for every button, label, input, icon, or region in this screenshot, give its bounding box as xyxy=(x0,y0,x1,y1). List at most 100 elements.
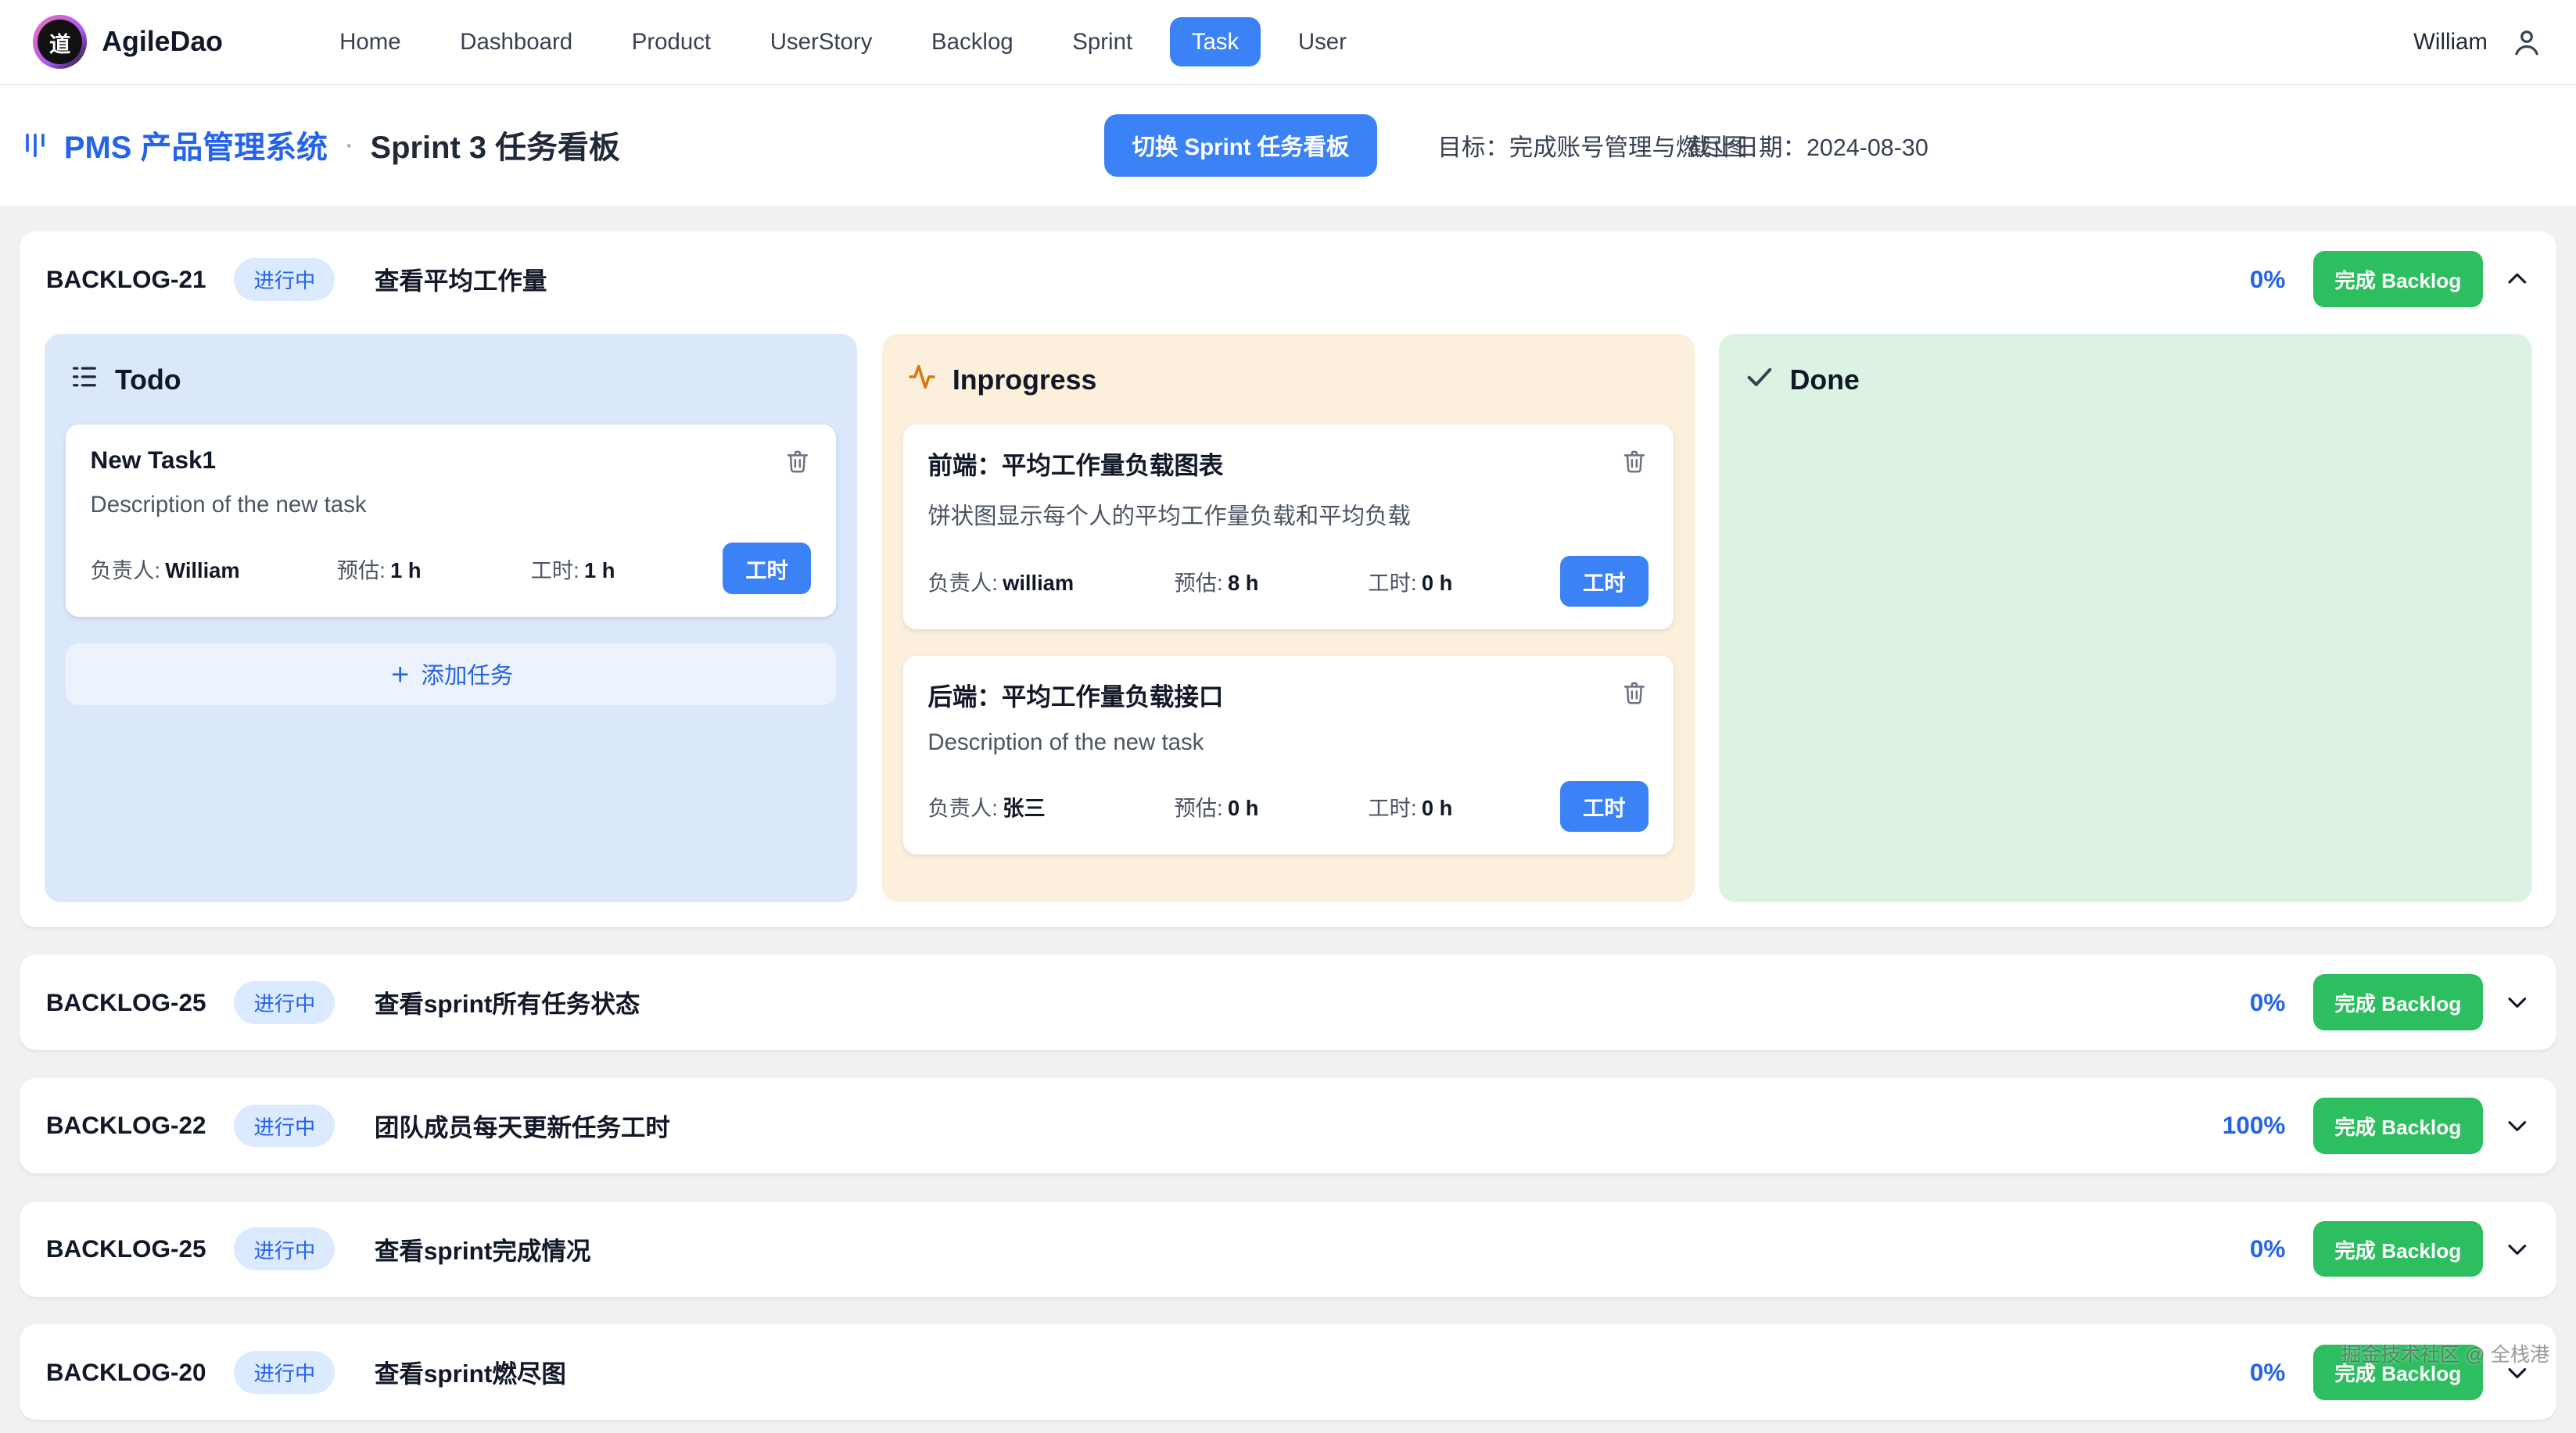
nav-right: William xyxy=(2413,26,2543,59)
task-hours: 工时:0 h xyxy=(1368,790,1559,822)
backlog-title: 查看sprint完成情况 xyxy=(375,1231,591,1267)
logo-glyph: 道 xyxy=(38,20,82,64)
status-badge: 进行中 xyxy=(234,1105,335,1148)
backlog-id: BACKLOG-20 xyxy=(46,1358,206,1387)
plus-icon xyxy=(389,663,411,686)
complete-backlog-button[interactable]: 完成 Backlog xyxy=(2313,1345,2483,1401)
logo-icon: 道 xyxy=(33,15,87,69)
brand-link[interactable]: 道 AgileDao xyxy=(33,15,223,69)
column-done: Done xyxy=(1719,334,2531,902)
complete-backlog-button[interactable]: 完成 Backlog xyxy=(2313,1098,2483,1154)
status-badge: 进行中 xyxy=(234,1351,335,1394)
nav-item-sprint[interactable]: Sprint xyxy=(1051,17,1153,66)
column-title: Done xyxy=(1790,364,1860,396)
column-done-header: Done xyxy=(1744,361,2507,399)
nav-item-userstory[interactable]: UserStory xyxy=(748,17,893,66)
task-description: Description of the new task xyxy=(91,492,812,518)
backlog-progress: 0% xyxy=(2250,1234,2286,1263)
backlog-header[interactable]: BACKLOG-22 进行中 团队成员每天更新任务工时 100% 完成 Back… xyxy=(20,1078,2556,1173)
complete-backlog-button[interactable]: 完成 Backlog xyxy=(2313,974,2483,1030)
task-estimate: 预估:1 h xyxy=(337,553,531,584)
estimate-value: 1 h xyxy=(390,558,421,582)
nav-item-home[interactable]: Home xyxy=(318,17,422,66)
backlog-title: 查看平均工作量 xyxy=(375,261,547,297)
add-task-button[interactable]: 添加任务 xyxy=(66,643,836,706)
owner-label: 负责人: xyxy=(91,558,160,582)
chevron-up-icon[interactable] xyxy=(2504,266,2531,292)
backlog-header[interactable]: BACKLOG-25 进行中 查看sprint完成情况 0% 完成 Backlo… xyxy=(20,1202,2556,1297)
owner-value: william xyxy=(1003,571,1074,595)
sprint-deadline: 截止日期：2024-08-30 xyxy=(1688,128,1928,163)
page-header: PMS 产品管理系统 · Sprint 3 任务看板 切换 Sprint 任务看… xyxy=(0,85,2576,205)
backlog-card: BACKLOG-25 进行中 查看sprint所有任务状态 0% 完成 Back… xyxy=(20,955,2556,1050)
task-top: 前端：平均工作量负载图表 xyxy=(927,446,1649,482)
log-hours-button[interactable]: 工时 xyxy=(1560,781,1649,832)
task-card[interactable]: 后端：平均工作量负载接口 Description of the new task… xyxy=(903,656,1674,854)
switch-sprint-button[interactable]: 切换 Sprint 任务看板 xyxy=(1104,114,1377,177)
task-hours: 工时:1 h xyxy=(531,553,723,584)
task-description: Description of the new task xyxy=(927,729,1649,756)
estimate-label: 预估: xyxy=(337,558,386,582)
hours-value: 0 h xyxy=(1422,571,1452,595)
backlog-progress: 0% xyxy=(2250,988,2286,1017)
complete-backlog-button[interactable]: 完成 Backlog xyxy=(2313,251,2483,307)
task-estimate: 预估:8 h xyxy=(1174,565,1368,596)
chevron-down-icon[interactable] xyxy=(2504,1360,2531,1386)
brand-name: AgileDao xyxy=(102,26,223,58)
task-description: 饼状图显示每个人的平均工作量负载和平均负载 xyxy=(927,498,1649,531)
backlog-list: BACKLOG-21 进行中 查看平均工作量 0% 完成 Backlog Tod… xyxy=(0,206,2576,1433)
nav-menu: Home Dashboard Product UserStory Backlog… xyxy=(318,17,1368,66)
task-meta: 负责人:william 预估:8 h 工时:0 h 工时 xyxy=(927,556,1649,607)
nav-item-product[interactable]: Product xyxy=(610,17,732,66)
chevron-down-icon[interactable] xyxy=(2504,989,2531,1016)
backlog-id: BACKLOG-25 xyxy=(46,988,206,1017)
top-navbar: 道 AgileDao Home Dashboard Product UserSt… xyxy=(0,0,2576,85)
trash-icon[interactable] xyxy=(784,446,812,475)
activity-icon xyxy=(906,361,938,399)
user-avatar-icon[interactable] xyxy=(2510,26,2543,59)
page-title: Sprint 3 任务看板 xyxy=(371,123,620,167)
chevron-down-icon[interactable] xyxy=(2504,1112,2531,1139)
log-hours-button[interactable]: 工时 xyxy=(723,543,811,593)
task-title: New Task1 xyxy=(91,446,217,475)
task-card[interactable]: 前端：平均工作量负载图表 饼状图显示每个人的平均工作量负载和平均负载 负责人:w… xyxy=(903,425,1674,629)
nav-item-user[interactable]: User xyxy=(1277,17,1369,66)
task-meta: 负责人:William 预估:1 h 工时:1 h 工时 xyxy=(91,543,812,593)
backlog-header[interactable]: BACKLOG-25 进行中 查看sprint所有任务状态 0% 完成 Back… xyxy=(20,955,2556,1050)
check-icon xyxy=(1744,361,1775,399)
task-owner: 负责人:张三 xyxy=(927,790,1174,822)
hours-value: 0 h xyxy=(1422,796,1452,820)
nav-item-task[interactable]: Task xyxy=(1170,17,1260,66)
project-link[interactable]: PMS 产品管理系统 xyxy=(64,123,328,167)
column-todo: Todo New Task1 Description of the new ta… xyxy=(45,334,857,902)
estimate-label: 预估: xyxy=(1174,796,1222,820)
log-hours-button[interactable]: 工时 xyxy=(1560,556,1649,607)
owner-value: 张三 xyxy=(1003,796,1046,820)
column-todo-header: Todo xyxy=(69,361,832,399)
nav-item-backlog[interactable]: Backlog xyxy=(910,17,1035,66)
task-card[interactable]: New Task1 Description of the new task 负责… xyxy=(66,425,836,617)
backlog-header[interactable]: BACKLOG-20 进行中 查看sprint燃尽图 0% 完成 Backlog xyxy=(20,1324,2556,1420)
owner-label: 负责人: xyxy=(927,796,997,820)
owner-value: William xyxy=(165,558,239,582)
task-owner: 负责人:william xyxy=(927,565,1174,596)
add-task-label: 添加任务 xyxy=(422,657,514,690)
task-top: New Task1 xyxy=(91,446,812,475)
chevron-down-icon[interactable] xyxy=(2504,1236,2531,1263)
task-board: Todo New Task1 Description of the new ta… xyxy=(20,327,2556,926)
backlog-header[interactable]: BACKLOG-21 进行中 查看平均工作量 0% 完成 Backlog xyxy=(20,231,2556,327)
owner-label: 负责人: xyxy=(927,571,997,595)
nav-item-dashboard[interactable]: Dashboard xyxy=(439,17,594,66)
backlog-title: 团队成员每天更新任务工时 xyxy=(375,1108,670,1144)
hours-value: 1 h xyxy=(584,558,615,582)
column-title: Todo xyxy=(115,364,181,396)
page: 道 AgileDao Home Dashboard Product UserSt… xyxy=(0,0,2576,1433)
complete-backlog-button[interactable]: 完成 Backlog xyxy=(2313,1221,2483,1277)
backlog-progress: 0% xyxy=(2250,1358,2286,1387)
separator-dot: · xyxy=(344,128,354,162)
trash-icon[interactable] xyxy=(1620,446,1649,475)
hours-label: 工时: xyxy=(531,558,579,582)
trash-icon[interactable] xyxy=(1620,677,1649,707)
todo-list-icon xyxy=(69,361,100,399)
hours-label: 工时: xyxy=(1368,796,1416,820)
